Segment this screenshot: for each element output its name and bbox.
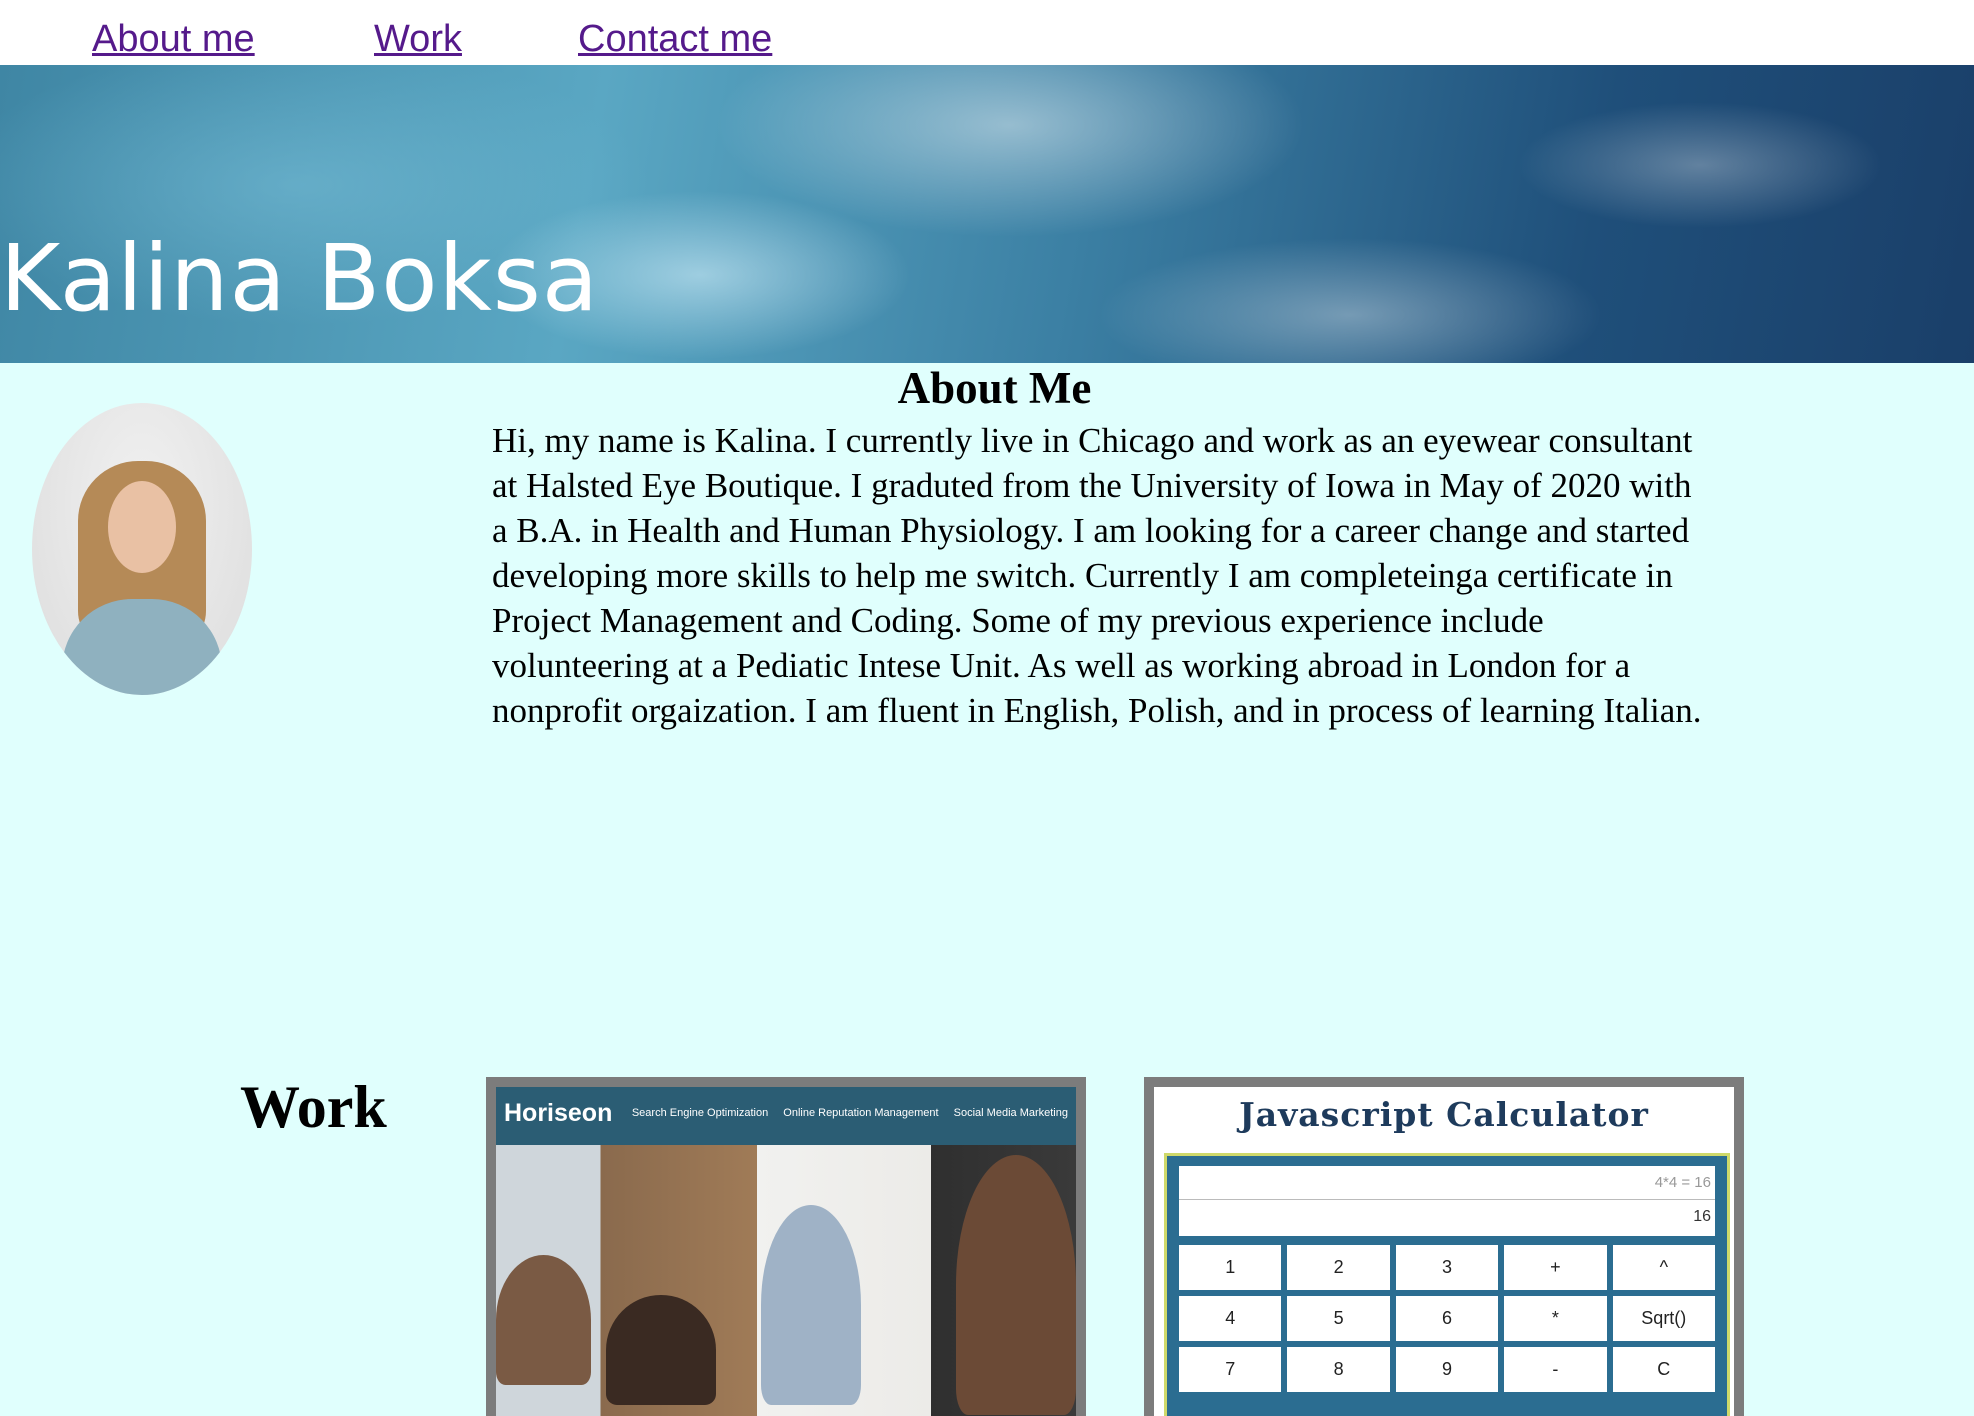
site-title: Kalina Boksa xyxy=(0,225,600,332)
top-nav: About me Work Contact me xyxy=(0,0,1974,65)
calculator-key: + xyxy=(1504,1245,1607,1290)
hero-person xyxy=(606,1295,716,1405)
calculator-key: * xyxy=(1504,1296,1607,1341)
calculator-keypad: 1 2 3 + ^ 4 5 6 * Sqrt() 7 8 9 - C xyxy=(1179,1245,1715,1392)
work-heading: Work xyxy=(240,1074,387,1140)
nav-link-work[interactable]: Work xyxy=(374,18,462,61)
calculator-key: Sqrt() xyxy=(1612,1296,1715,1341)
calculator-body: 4*4 = 16 16 1 2 3 + ^ 4 5 6 * Sqrt() 7 8… xyxy=(1164,1153,1730,1416)
header-banner: Kalina Boksa xyxy=(0,65,1974,363)
hero-person xyxy=(761,1205,861,1405)
horiseon-logo: Horiseon xyxy=(504,1099,613,1127)
calculator-key: 8 xyxy=(1287,1347,1390,1392)
calculator-display: 4*4 = 16 16 xyxy=(1179,1166,1715,1236)
horiseon-nav: Search Engine Optimization Online Reputa… xyxy=(620,1107,1068,1119)
calculator-key: C xyxy=(1612,1347,1715,1392)
display-divider xyxy=(1179,1199,1715,1200)
nav-link-about-me[interactable]: About me xyxy=(92,18,255,61)
profile-photo-face xyxy=(108,481,176,573)
calculator-expression: 4*4 = 16 xyxy=(1654,1174,1711,1191)
calculator-key: ^ xyxy=(1612,1245,1715,1290)
calculator-key: 6 xyxy=(1395,1296,1499,1341)
nav-link-contact-me[interactable]: Contact me xyxy=(578,18,772,61)
calculator-key: 7 xyxy=(1179,1347,1282,1392)
calculator-key: - xyxy=(1504,1347,1607,1392)
project-card-horiseon[interactable]: Horiseon Search Engine Optimization Onli… xyxy=(486,1077,1086,1416)
hero-person xyxy=(496,1255,591,1385)
calculator-key: 2 xyxy=(1287,1245,1390,1290)
about-heading: About Me xyxy=(897,363,1092,413)
horiseon-nav-item: Online Reputation Management xyxy=(783,1107,939,1119)
about-paragraph: Hi, my name is Kalina. I currently live … xyxy=(492,421,1702,730)
calculator-key: 9 xyxy=(1395,1347,1499,1392)
profile-photo xyxy=(32,403,252,695)
calculator-title: Javascript Calculator xyxy=(1239,1095,1649,1134)
calculator-key: 4 xyxy=(1179,1296,1282,1341)
calculator-key: 3 xyxy=(1395,1245,1499,1290)
project-card-calculator[interactable]: Javascript Calculator 4*4 = 16 16 1 2 3 … xyxy=(1144,1077,1744,1416)
horiseon-header: Horiseon Search Engine Optimization Onli… xyxy=(496,1087,1076,1145)
calculator-key: 1 xyxy=(1179,1245,1282,1290)
calculator-key: 5 xyxy=(1287,1296,1390,1341)
horiseon-hero-image xyxy=(496,1145,1076,1416)
hero-person xyxy=(956,1155,1076,1415)
horiseon-nav-item: Search Engine Optimization xyxy=(631,1107,769,1119)
horiseon-nav-item: Social Media Marketing xyxy=(953,1107,1068,1119)
calculator-result: 16 xyxy=(1693,1208,1711,1225)
